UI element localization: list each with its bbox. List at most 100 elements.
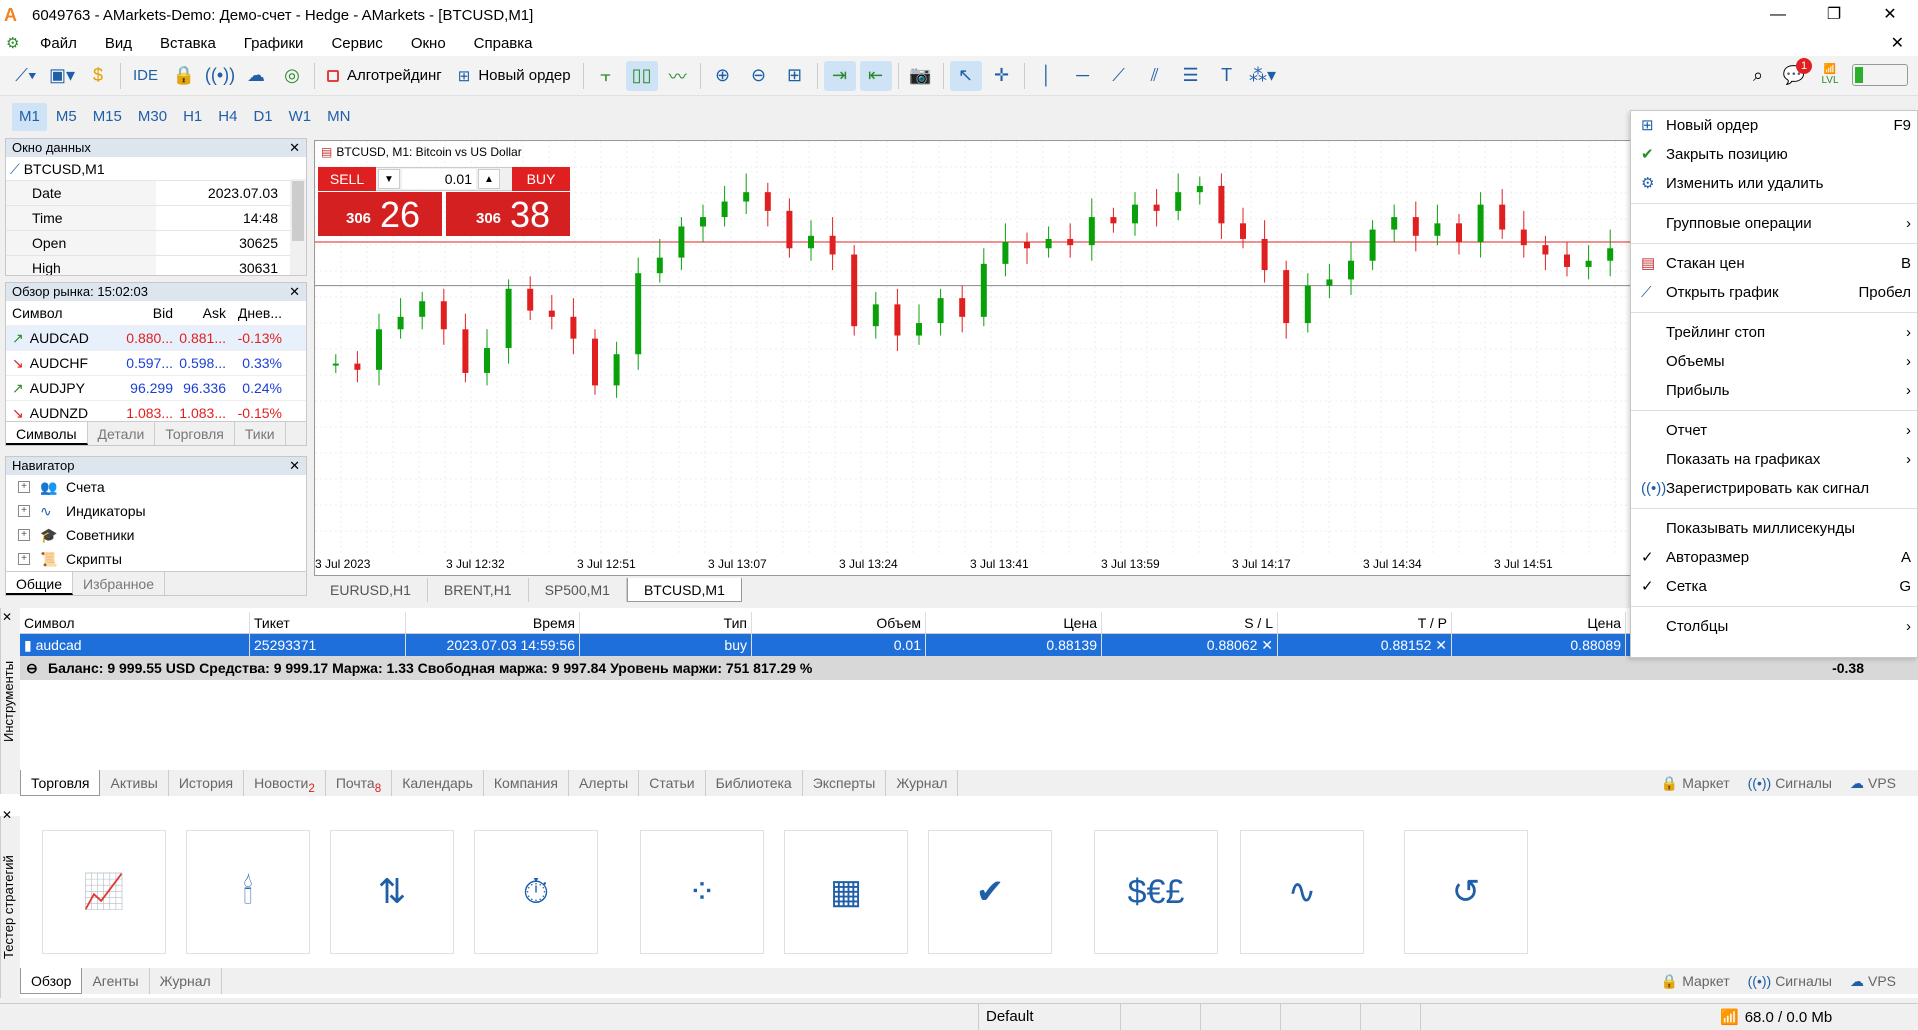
tab-company[interactable]: Компания (484, 770, 569, 796)
cursor-icon[interactable]: ↖ (949, 60, 982, 91)
sell-button[interactable]: SELL (318, 167, 376, 191)
fibo-icon[interactable]: ☰ (1175, 61, 1207, 91)
tab-articles[interactable]: Статьи (639, 770, 706, 796)
minimize-button[interactable]: — (1750, 0, 1806, 30)
menu-tools[interactable]: Сервис (317, 35, 396, 52)
expand-icon[interactable]: + (18, 481, 30, 493)
tf-m5[interactable]: M5 (49, 103, 84, 131)
sell-price[interactable]: 306 26 (318, 192, 442, 236)
menu-insert[interactable]: Вставка (146, 35, 230, 52)
tab-tester-journal[interactable]: Журнал (150, 968, 222, 994)
col-ask[interactable]: Ask (173, 301, 228, 325)
tab-general[interactable]: Общие (6, 572, 74, 595)
chart-window[interactable]: ▤ BTCUSD, M1: Bitcoin vs US Dollar SELL ▼… (314, 140, 1632, 576)
tester-close-icon[interactable]: ✕ (2, 808, 12, 822)
context-menu-item[interactable]: ((•)) Зарегистрировать как сигнал (1631, 474, 1917, 503)
context-menu-item[interactable]: ⚙ Изменить или удалить (1631, 169, 1917, 198)
tester-preset-card[interactable]: 🕯 (186, 830, 310, 954)
tab-library[interactable]: Библиотека (706, 770, 803, 796)
vps-link[interactable]: ☁ VPS (1850, 968, 1896, 994)
remove-tp-icon[interactable]: ✕ (1435, 637, 1447, 653)
tab-details[interactable]: Детали (88, 422, 156, 445)
col-price[interactable]: Цена (926, 612, 1102, 633)
expand-icon[interactable]: + (18, 553, 30, 565)
tf-m15[interactable]: M15 (86, 103, 129, 131)
tf-h4[interactable]: H4 (211, 103, 244, 131)
tf-d1[interactable]: D1 (246, 103, 279, 131)
tf-h1[interactable]: H1 (176, 103, 209, 131)
data-window-close-icon[interactable]: ✕ (289, 139, 300, 157)
trendline-icon[interactable]: ⟋ (1103, 61, 1135, 91)
vps-link[interactable]: ☁ VPS (1850, 770, 1896, 796)
context-menu-item[interactable]: ⊞ Новый ордер F9 (1631, 111, 1917, 140)
buy-price[interactable]: 306 38 (446, 192, 570, 236)
new-chart-icon[interactable]: ⟋▾ (10, 61, 42, 91)
tab-symbols[interactable]: Символы (6, 422, 88, 445)
algotrading-button[interactable]: Алготрейдинг (321, 61, 448, 91)
chart-tab-btcusd[interactable]: BTCUSD,M1 (626, 578, 742, 602)
maximize-button[interactable]: ❐ (1806, 0, 1862, 30)
vps-icon[interactable]: ◎ (276, 61, 308, 91)
volume-increase-icon[interactable]: ▲ (478, 169, 500, 189)
data-window-scrollbar[interactable] (290, 179, 306, 275)
market-link[interactable]: 🔒 Маркет (1661, 770, 1730, 796)
tester-preset-card[interactable]: ∿ (1240, 830, 1364, 954)
col-sl[interactable]: S / L (1102, 612, 1278, 633)
tf-mn[interactable]: MN (320, 103, 357, 131)
context-menu-item[interactable]: Трейлинг стоп › (1631, 318, 1917, 347)
tab-overview[interactable]: Обзор (20, 968, 83, 994)
tf-m30[interactable]: M30 (131, 103, 174, 131)
tester-preset-card[interactable]: ✔ (928, 830, 1052, 954)
market-watch-close-icon[interactable]: ✕ (289, 283, 300, 301)
vertical-line-icon[interactable]: │ (1031, 61, 1063, 91)
tab-favorites[interactable]: Избранное (73, 572, 165, 595)
cloud-icon[interactable]: ☁ (240, 61, 272, 91)
signals-link[interactable]: ((•)) Сигналы (1748, 968, 1832, 994)
tab-assets[interactable]: Активы (100, 770, 169, 796)
context-menu-item[interactable]: ⟋ Открыть график Пробел (1631, 278, 1917, 307)
col-bid[interactable]: Bid (118, 301, 173, 325)
app-menu-icon[interactable]: ⚙ (6, 34, 26, 52)
col-change[interactable]: Днев... (228, 301, 288, 325)
tester-preset-card[interactable]: 📈 (42, 830, 166, 954)
chart-tab-brent[interactable]: BRENT,H1 (428, 578, 529, 602)
tab-history[interactable]: История (169, 770, 245, 796)
tf-m1[interactable]: M1 (12, 103, 47, 131)
market-watch-row[interactable]: ↗ AUDJPY 96.299 96.336 0.24% (6, 376, 306, 401)
tab-calendar[interactable]: Календарь (392, 770, 484, 796)
tab-news[interactable]: Новости2 (244, 770, 326, 796)
horizontal-line-icon[interactable]: ─ (1067, 61, 1099, 91)
market-icon[interactable]: $ (82, 61, 114, 91)
new-order-button[interactable]: ⊞ Новый ордер (452, 61, 577, 91)
zoom-in-icon[interactable]: ⊕ (707, 61, 739, 91)
signals-link[interactable]: ((•)) Сигналы (1748, 770, 1832, 796)
nav-item-indicators[interactable]: + ∿ Индикаторы (6, 499, 306, 523)
menu-view[interactable]: Вид (91, 35, 146, 52)
expand-icon[interactable]: + (18, 529, 30, 541)
col-symbol[interactable]: Символ (6, 301, 118, 325)
nav-item-accounts[interactable]: + 👥 Счета (6, 475, 306, 499)
context-menu-item[interactable]: ✔ Закрыть позицию (1631, 140, 1917, 169)
close-button[interactable]: ✕ (1862, 0, 1918, 30)
tester-preset-card[interactable]: ⇅ (330, 830, 454, 954)
chart-menu-icon[interactable]: ▤ (321, 145, 332, 159)
context-menu-item[interactable]: ✓ Сетка G (1631, 572, 1917, 601)
tester-preset-card[interactable]: $€£ (1094, 830, 1218, 954)
col-volume[interactable]: Объем (752, 612, 926, 633)
col-tp[interactable]: T / P (1278, 612, 1452, 633)
context-menu-item[interactable]: Прибыль › (1631, 376, 1917, 405)
channel-icon[interactable]: ⫽ (1139, 61, 1171, 91)
tester-preset-card[interactable]: ⁘ (640, 830, 764, 954)
ide-button[interactable]: IDE (127, 61, 164, 91)
line-chart-icon[interactable]: 〰 (662, 61, 694, 91)
shapes-icon[interactable]: ⁂▾ (1247, 61, 1279, 91)
context-menu-item[interactable]: Групповые операции › (1631, 209, 1917, 238)
collapse-icon[interactable]: ⊖ (26, 656, 40, 680)
menu-help[interactable]: Справка (460, 35, 547, 52)
text-icon[interactable]: T (1211, 61, 1243, 91)
menu-file[interactable]: Файл (26, 35, 91, 52)
autoscroll-icon[interactable]: ⇥ (823, 60, 856, 91)
context-menu-item[interactable]: ▤ Стакан цен B (1631, 249, 1917, 278)
col-type[interactable]: Тип (580, 612, 752, 633)
col-symbol[interactable]: Символ (20, 612, 250, 633)
